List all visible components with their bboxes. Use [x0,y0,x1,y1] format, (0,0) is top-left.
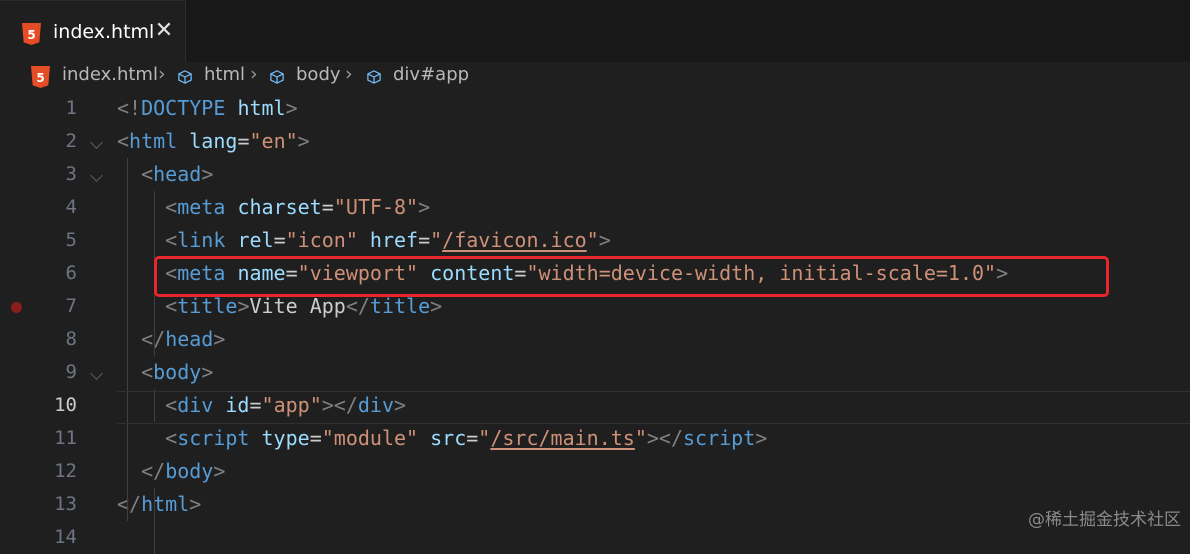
code-text: </head> [141,327,226,351]
element-cube-icon [270,70,284,84]
code-editor[interactable]: 1 <!DOCTYPE html> 2 <html lang="en"> 3 <head… [0,92,1190,554]
line-number: 14 [54,526,77,548]
code-line[interactable]: 9 <body> [0,356,1190,389]
chevron-right-icon: › [345,63,353,85]
code-line[interactable]: 5 <link rel="icon" href="/favicon.ico"> [0,224,1190,257]
line-number: 1 [65,97,77,119]
breadcrumb-item-body[interactable]: body [296,64,341,85]
code-text: <head> [141,162,214,186]
breadcrumb: 5 index.html › html › body › div#app [0,62,1190,92]
element-cube-icon [367,70,381,84]
line-number: 9 [65,361,77,383]
code-text: </html> [117,492,202,516]
annotation-highlight-box [154,256,1109,297]
code-line[interactable]: 11 <script type="module" src="/src/main.… [0,422,1190,455]
html5-icon: 5 [22,23,41,45]
indent-guide [154,488,155,554]
code-line[interactable]: 4 <meta charset="UTF-8"> [0,191,1190,224]
code-text: </body> [141,459,226,483]
tab-index-html[interactable]: 5 index.html ✕ [0,0,186,62]
code-line[interactable]: 13 </html> [0,488,1190,521]
code-line[interactable]: 8 </head> [0,323,1190,356]
breadcrumb-item-file[interactable]: index.html [62,64,158,85]
fold-chevron-icon[interactable] [90,136,103,149]
code-text: <body> [141,360,214,384]
code-line[interactable]: 2 <html lang="en"> [0,125,1190,158]
line-number: 3 [65,163,77,185]
code-line[interactable]: 3 <head> [0,158,1190,191]
line-number: 7 [65,295,77,317]
tab-bar: 5 index.html ✕ [0,0,1190,62]
chevron-right-icon: › [250,63,258,85]
fold-chevron-icon[interactable] [90,169,103,182]
code-line[interactable]: 14 [0,521,1190,554]
line-number: 12 [54,460,77,482]
element-cube-icon [178,70,192,84]
code-line[interactable]: 1 <!DOCTYPE html> [0,92,1190,125]
close-icon[interactable]: ✕ [152,19,176,43]
breadcrumb-item-div-app[interactable]: div#app [393,64,469,85]
line-number: 13 [54,493,77,515]
breakpoint-icon[interactable] [11,302,22,313]
code-line[interactable]: 12 </body> [0,455,1190,488]
indent-guide [127,158,128,521]
html5-icon: 5 [31,66,50,88]
line-number: 2 [65,130,77,152]
code-text: <!DOCTYPE html> [117,96,298,120]
code-text: <link rel="icon" href="/favicon.ico"> [165,228,611,252]
code-text: <html lang="en"> [117,129,310,153]
line-number: 8 [65,328,77,350]
chevron-right-icon: › [158,63,166,85]
line-number: 5 [65,229,77,251]
line-number: 10 [54,394,77,416]
breadcrumb-item-html[interactable]: html [204,64,245,85]
code-text: <script type="module" src="/src/main.ts"… [165,426,768,450]
tab-label: index.html [53,21,155,43]
line-number: 11 [54,427,77,449]
current-line-indicator [117,391,1190,424]
line-number: 6 [65,262,77,284]
line-number: 4 [65,196,77,218]
watermark: @稀土掘金技术社区 [1028,510,1181,530]
fold-chevron-icon[interactable] [90,367,103,380]
code-text: <meta charset="UTF-8"> [165,195,431,219]
